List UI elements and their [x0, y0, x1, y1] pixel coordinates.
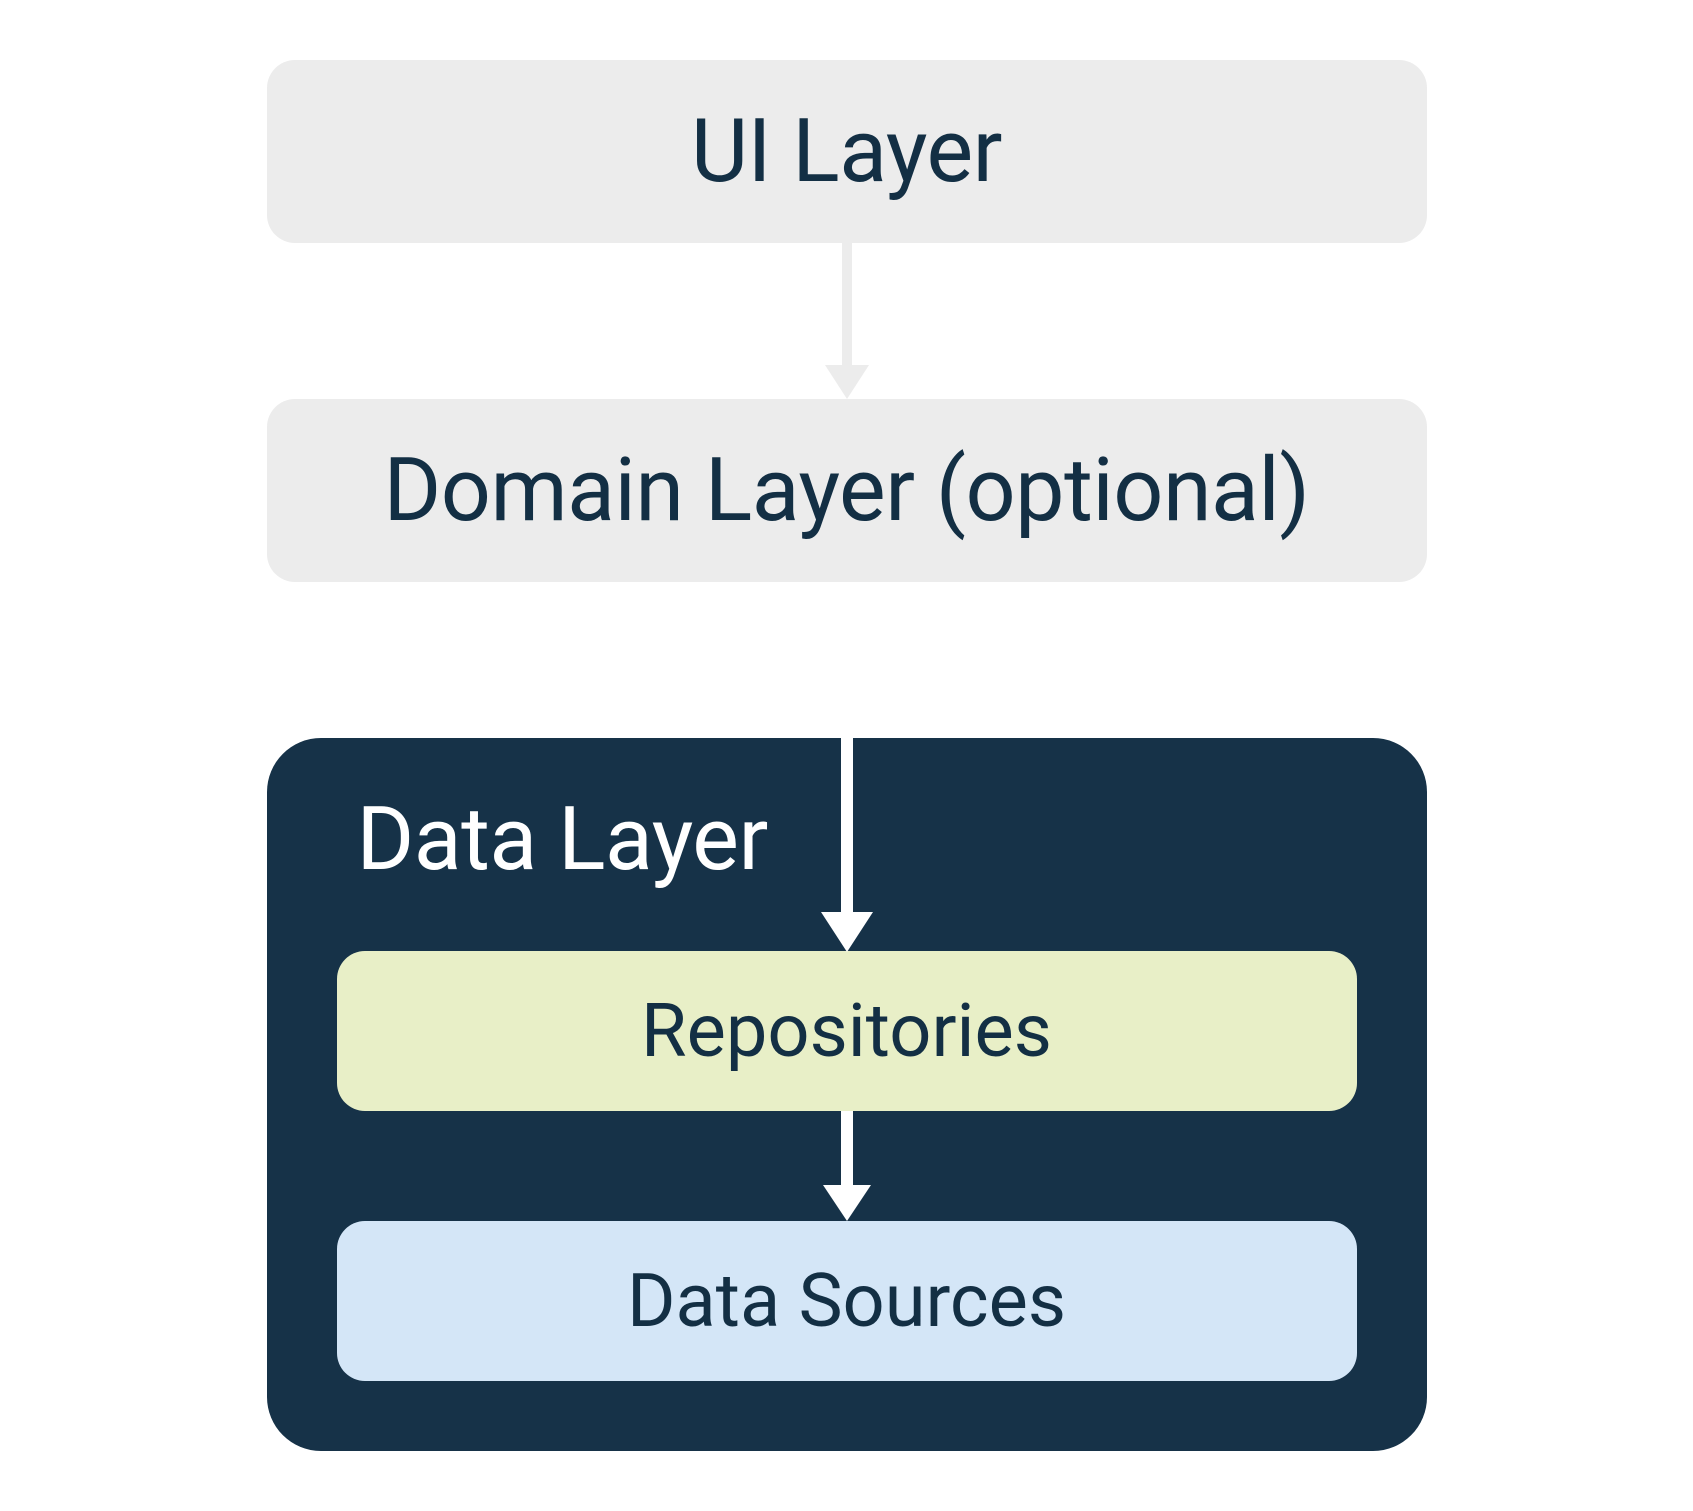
arrow-down-icon [842, 243, 852, 399]
arrow-ui-to-domain [842, 243, 852, 399]
arrow-repo-to-sources [337, 1111, 1357, 1221]
arrow-down-icon [842, 582, 852, 952]
data-sources-label: Data Sources [627, 1258, 1066, 1345]
arrow-down-icon [841, 1111, 853, 1221]
ui-layer-box: UI Layer [267, 60, 1427, 243]
domain-layer-label: Domain Layer (optional) [384, 439, 1310, 542]
repositories-box: Repositories [337, 951, 1357, 1111]
data-sources-box: Data Sources [337, 1221, 1357, 1381]
data-layer-title: Data Layer [357, 788, 1357, 891]
repositories-label: Repositories [641, 988, 1052, 1075]
arrow-domain-to-data-wrapper [260, 582, 1433, 738]
ui-layer-label: UI Layer [691, 100, 1002, 203]
domain-layer-box: Domain Layer (optional) [267, 399, 1427, 582]
